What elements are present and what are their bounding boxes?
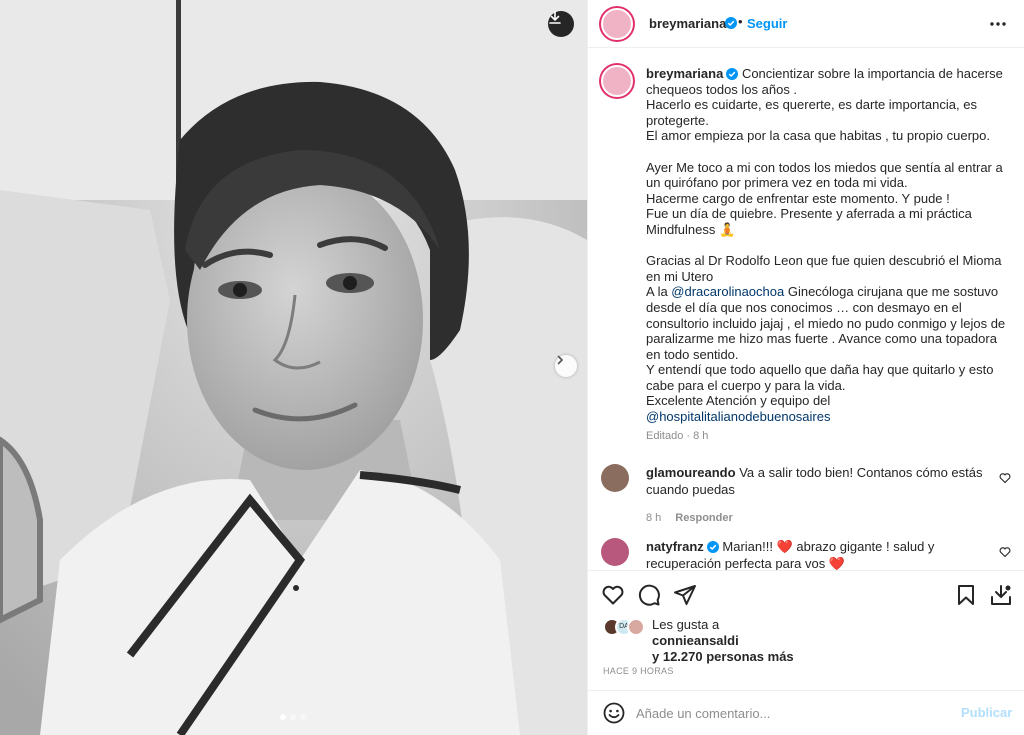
caption-line: Ayer Me toco a mi con todos los miedos q… xyxy=(646,159,1003,191)
post-time[interactable]: HACE 9 HORAS xyxy=(603,666,674,676)
download-button[interactable] xyxy=(548,11,574,37)
next-photo-button[interactable] xyxy=(555,355,577,377)
verified-badge-icon xyxy=(726,68,739,80)
likes-count[interactable]: y 12.270 personas más xyxy=(652,649,794,665)
chevron-right-icon xyxy=(557,355,564,365)
caption-text: breymariana Concientizar sobre la import… xyxy=(646,66,1006,444)
caption-line: Gracias al Dr Rodolfo Leon que fue quien… xyxy=(646,253,1002,284)
comment-icon[interactable] xyxy=(637,583,661,607)
carousel-dots xyxy=(280,714,306,720)
avatar[interactable] xyxy=(601,65,633,97)
download-icon[interactable] xyxy=(989,583,1013,607)
likes-text: Les gusta a connieansaldi y 12.270 perso… xyxy=(652,617,794,665)
heart-icon[interactable] xyxy=(601,583,625,607)
post-actions xyxy=(588,570,1024,615)
avatar[interactable] xyxy=(601,538,629,566)
reply-button[interactable]: Responder xyxy=(675,512,732,524)
comments-scroll-area[interactable]: breymariana Concientizar sobre la import… xyxy=(588,49,1024,570)
avatar xyxy=(627,618,645,636)
publish-button[interactable]: Publicar xyxy=(961,705,1012,720)
verified-badge-icon xyxy=(706,541,719,553)
post-header: breymariana • Seguir xyxy=(588,0,1024,48)
liker-avatars: DA xyxy=(603,618,653,638)
post-side-panel: breymariana • Seguir breymariana Concien… xyxy=(587,0,1024,735)
comment-meta: 8 h Responder xyxy=(646,510,986,527)
bookmark-icon[interactable] xyxy=(954,583,978,607)
caption-line: El amor empieza por la casa que habitas … xyxy=(646,128,990,144)
follow-button[interactable]: Seguir xyxy=(747,16,787,31)
carousel-dot xyxy=(290,714,296,720)
avatar[interactable] xyxy=(601,8,633,40)
comment-time: 8 h xyxy=(646,512,662,524)
photo-illustration xyxy=(0,0,587,735)
comment-body: glamoureando Va a salir todo bien! Conta… xyxy=(646,464,986,527)
caption-line: Fue un día de quiebre. Presente y aferra… xyxy=(646,206,972,237)
caption-username[interactable]: breymariana xyxy=(646,66,723,81)
caption-line: Hacerme cargo de enfrentar este momento.… xyxy=(646,190,950,206)
add-comment-bar: Publicar xyxy=(588,690,1024,735)
heart-icon[interactable] xyxy=(999,546,1011,558)
caption-meta: Editado · 8 h xyxy=(646,429,709,442)
comment-username[interactable]: glamoureando xyxy=(646,465,736,480)
carousel-dot xyxy=(300,714,306,720)
caption-line: Excelente Atención y equipo del xyxy=(646,393,831,409)
caption-line: Hacerlo es cuidarte, es quererte, es dar… xyxy=(646,97,977,128)
comment-body: natyfranz Marian!!! ❤️ abrazo gigante ! … xyxy=(646,538,986,570)
emoji-icon[interactable] xyxy=(602,701,626,725)
mention-link[interactable]: @hospitalitalianodebuenosaires xyxy=(646,409,831,424)
separator-bullet: • xyxy=(738,14,743,29)
more-icon[interactable] xyxy=(988,14,1008,34)
username-link[interactable]: breymariana xyxy=(649,16,726,31)
share-icon[interactable] xyxy=(673,583,697,607)
caption-line: A la xyxy=(646,284,672,300)
likes-prefix: Les gusta a xyxy=(652,617,720,632)
mention-link[interactable]: @dracarolinaochoa xyxy=(671,284,784,299)
heart-icon[interactable] xyxy=(999,472,1011,484)
comment-input[interactable] xyxy=(636,701,946,725)
download-icon xyxy=(549,11,561,24)
caption-line: Y entendí que todo aquello que daña hay … xyxy=(646,362,994,393)
comment-username[interactable]: natyfranz xyxy=(646,539,704,554)
post-photo[interactable] xyxy=(0,0,587,735)
carousel-dot xyxy=(280,714,286,720)
avatar[interactable] xyxy=(601,464,629,492)
liker-username[interactable]: connieansaldi xyxy=(652,633,794,649)
verified-badge-icon xyxy=(725,17,737,29)
